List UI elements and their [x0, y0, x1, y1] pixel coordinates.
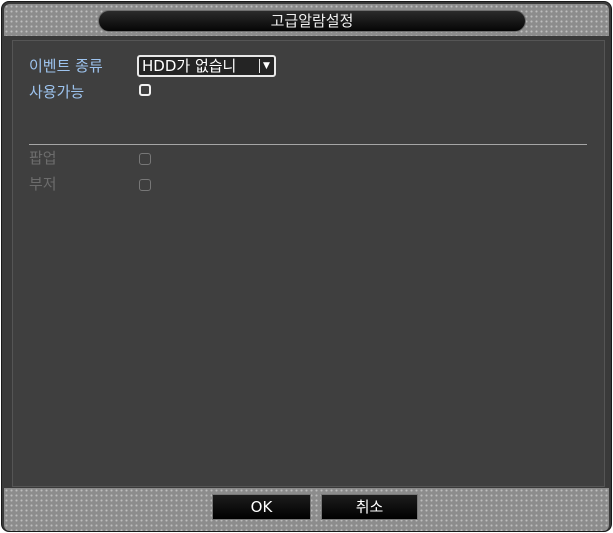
- buzzer-checkbox[interactable]: [139, 179, 151, 191]
- title-bar: 고급알람설정: [4, 4, 609, 36]
- event-type-value: HDD가 없습니: [142, 57, 237, 75]
- event-type-select[interactable]: HDD가 없습니 ▼: [137, 55, 276, 77]
- popup-label: 팝업: [29, 149, 57, 167]
- alarm-settings-dialog: 고급알람설정 이벤트 종류 HDD가 없습니 ▼ 사용가능 팝업 부저 OK 취…: [1, 1, 612, 532]
- enable-checkbox[interactable]: [139, 84, 151, 96]
- chevron-down-icon[interactable]: ▼: [263, 57, 273, 75]
- buzzer-label: 부저: [29, 175, 57, 193]
- ok-button[interactable]: OK: [212, 494, 311, 520]
- popup-checkbox[interactable]: [139, 153, 151, 165]
- event-type-label: 이벤트 종류: [29, 57, 103, 75]
- settings-panel: 이벤트 종류 HDD가 없습니 ▼ 사용가능 팝업 부저: [12, 40, 605, 487]
- enable-label: 사용가능: [29, 83, 85, 101]
- select-separator: [259, 59, 260, 73]
- button-bar: OK 취소: [4, 488, 609, 531]
- divider: [29, 144, 587, 145]
- cancel-button[interactable]: 취소: [321, 494, 418, 520]
- dialog-title: 고급알람설정: [98, 10, 526, 32]
